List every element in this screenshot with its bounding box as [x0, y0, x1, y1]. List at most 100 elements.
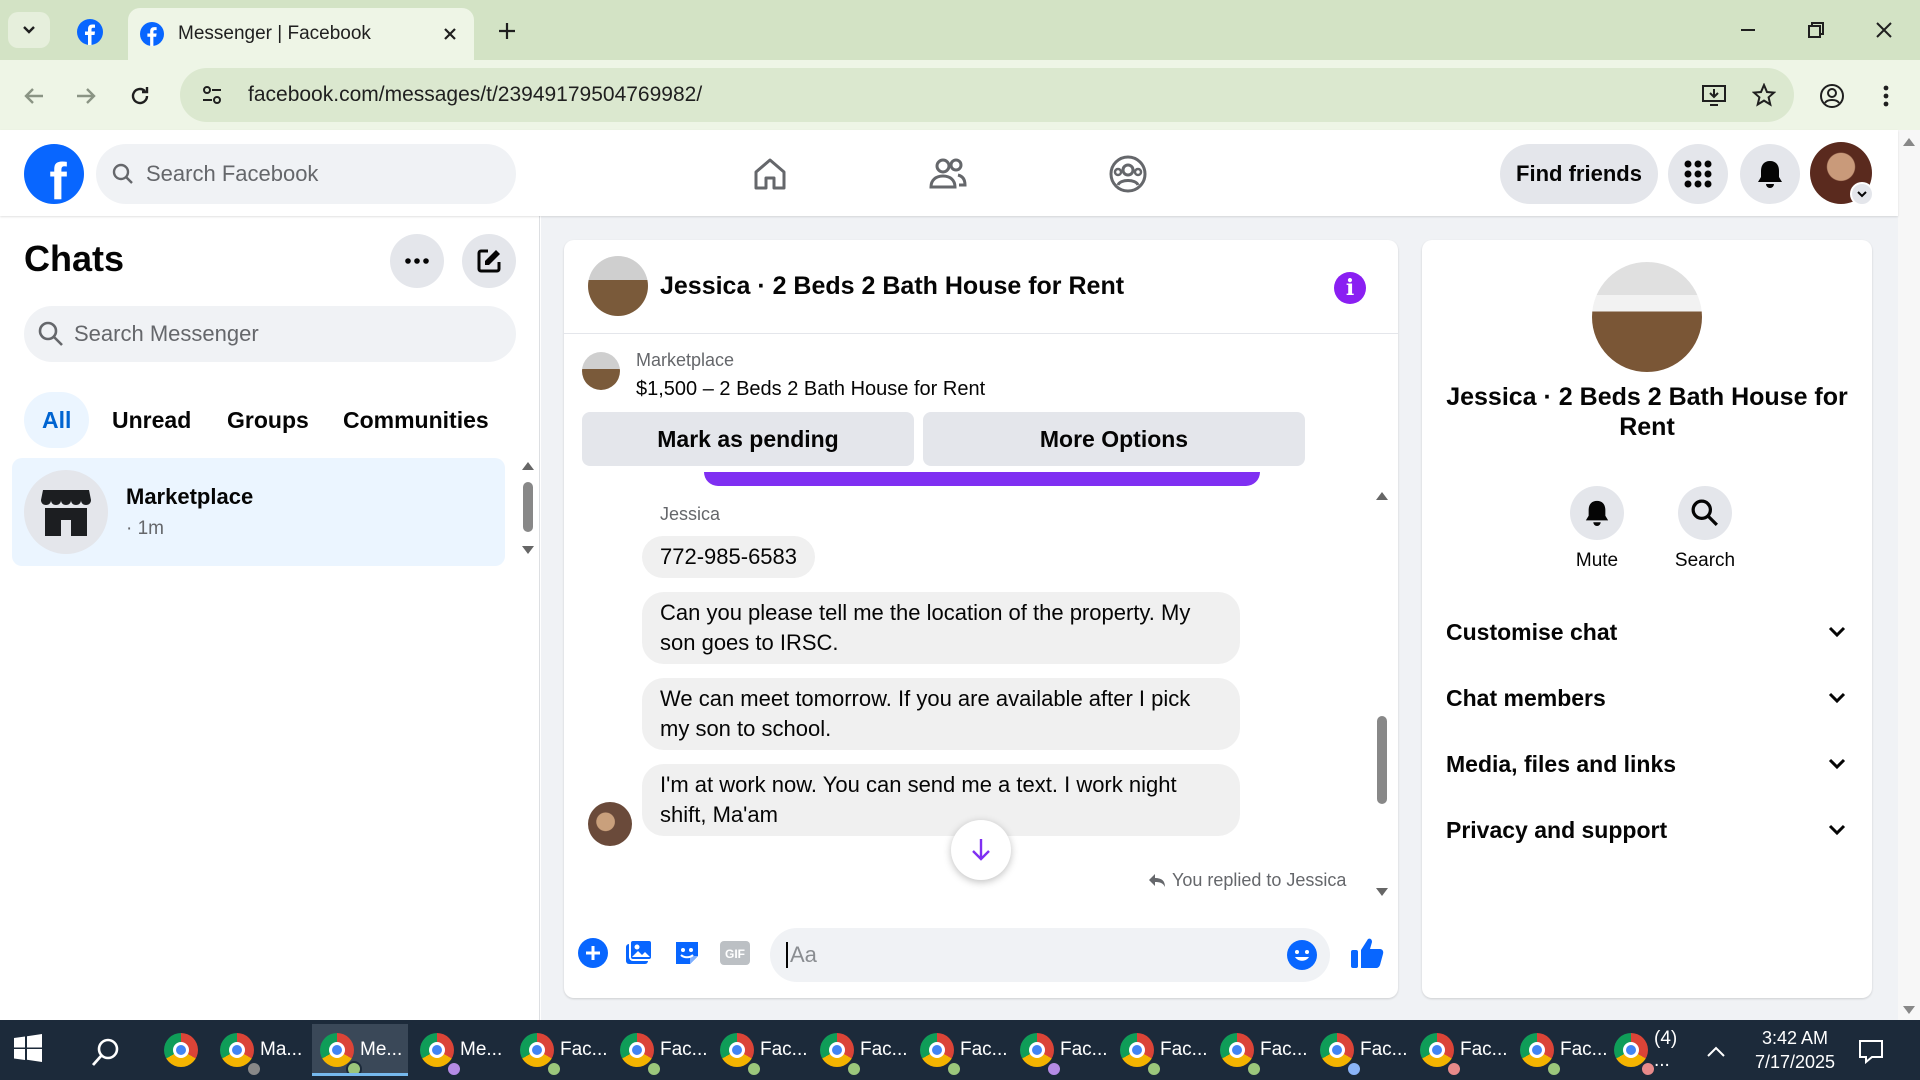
sticker-button[interactable] — [668, 934, 706, 972]
account-menu-caret[interactable] — [1850, 182, 1874, 206]
taskbar-window[interactable]: Fac... — [512, 1024, 608, 1077]
facebook-logo[interactable]: f — [24, 144, 84, 204]
conversation-info-button[interactable]: i — [1334, 272, 1366, 304]
scroll-up-arrow-icon[interactable] — [1376, 492, 1388, 500]
scroll-down-arrow-icon[interactable] — [522, 546, 534, 554]
mark-as-pending-button[interactable]: Mark as pending — [582, 412, 914, 466]
forward-button[interactable] — [66, 76, 106, 116]
message-bubble[interactable]: We can meet tomorrow. If you are availab… — [642, 678, 1240, 750]
notifications-button[interactable] — [1740, 144, 1800, 204]
search-in-chat-button[interactable] — [1678, 486, 1732, 540]
attach-photo-button[interactable] — [620, 934, 658, 972]
taskbar-search-button[interactable] — [86, 1032, 126, 1072]
nav-friends[interactable] — [918, 144, 978, 204]
messenger-search-input[interactable]: Search Messenger — [24, 306, 516, 362]
nav-groups[interactable] — [1098, 144, 1158, 204]
message-bubble[interactable]: Can you please tell me the location of t… — [642, 592, 1240, 664]
taskbar-window[interactable]: Fac... — [1412, 1024, 1508, 1077]
section-media-files-links[interactable]: Media, files and links — [1446, 742, 1846, 786]
scroll-down-arrow-icon[interactable] — [1376, 888, 1388, 896]
listing-thumbnail[interactable] — [582, 352, 620, 390]
scroll-to-bottom-button[interactable] — [951, 820, 1011, 880]
action-center-button[interactable] — [1854, 1034, 1888, 1068]
new-tab-button[interactable] — [490, 14, 524, 48]
more-options-button[interactable]: More Options — [923, 412, 1305, 466]
active-tab[interactable]: Messenger | Facebook — [128, 8, 474, 60]
taskbar-window[interactable]: Fac... — [812, 1024, 908, 1077]
taskbar-window[interactable]: (4) ... — [1606, 1024, 1698, 1077]
menu-grid-button[interactable] — [1668, 144, 1728, 204]
details-avatar[interactable] — [1592, 262, 1702, 372]
taskbar-window[interactable]: Fac... — [1512, 1024, 1608, 1077]
find-friends-button[interactable]: Find friends — [1500, 144, 1658, 204]
reload-button[interactable] — [120, 76, 160, 116]
taskbar-window[interactable]: Me... — [412, 1024, 508, 1077]
like-button[interactable] — [1346, 932, 1388, 974]
taskbar-window[interactable]: Fac... — [1012, 1024, 1108, 1077]
tab-close-button[interactable] — [438, 22, 462, 46]
site-info-icon[interactable] — [192, 75, 232, 115]
section-customise-chat[interactable]: Customise chat — [1446, 610, 1846, 654]
section-chat-members[interactable]: Chat members — [1446, 676, 1846, 720]
message-input[interactable]: Aa — [770, 928, 1330, 982]
taskbar-window[interactable]: Fac... — [912, 1024, 1008, 1077]
tab-search-dropdown-button[interactable] — [8, 12, 50, 48]
nav-home[interactable] — [740, 144, 800, 204]
mute-button[interactable] — [1570, 486, 1624, 540]
emoji-button[interactable] — [1284, 937, 1320, 973]
section-privacy-support[interactable]: Privacy and support — [1446, 808, 1846, 852]
scroll-thumb[interactable] — [1377, 716, 1387, 804]
taskbar-window-active[interactable]: Me... — [312, 1024, 408, 1077]
chat-list-item[interactable]: Marketplace · 1m — [12, 458, 505, 566]
new-message-button[interactable] — [462, 234, 516, 288]
chat-list-scrollbar[interactable] — [518, 462, 538, 562]
taskbar-window[interactable]: Fac... — [1212, 1024, 1308, 1077]
install-app-icon[interactable] — [1694, 75, 1734, 115]
back-button[interactable] — [14, 76, 54, 116]
taskbar-chrome-pinned[interactable] — [156, 1024, 204, 1076]
messages-scrollbar[interactable] — [1372, 486, 1392, 906]
address-bar[interactable]: facebook.com/messages/t/2394917950476998… — [180, 68, 1794, 122]
minimize-button[interactable] — [1726, 12, 1770, 48]
scroll-up-arrow-icon[interactable] — [522, 462, 534, 470]
taskbar-window[interactable]: Fac... — [712, 1024, 808, 1077]
url-text[interactable]: facebook.com/messages/t/2394917950476998… — [248, 83, 1694, 107]
restore-button[interactable] — [1794, 12, 1838, 48]
taskbar-window[interactable]: Fac... — [1112, 1024, 1208, 1077]
filter-all[interactable]: All — [24, 392, 90, 448]
taskbar-window[interactable]: Ma... — [212, 1024, 308, 1077]
filter-unread[interactable]: Unread — [94, 392, 209, 448]
scroll-down-arrow-icon[interactable] — [1903, 1006, 1915, 1014]
facebook-favicon-icon — [140, 22, 164, 46]
close-window-button[interactable] — [1862, 12, 1906, 48]
conversation-avatar[interactable] — [588, 256, 648, 316]
listing-title[interactable]: $1,500 – 2 Beds 2 Bath House for Rent — [636, 378, 985, 401]
system-tray-expand-button[interactable] — [1704, 1040, 1728, 1064]
page-scrollbar[interactable] — [1898, 130, 1920, 1020]
message-bubble[interactable]: 772-985-6583 — [642, 536, 816, 578]
taskbar-window[interactable]: Fac... — [1312, 1024, 1408, 1077]
message-bubble[interactable]: I'm at work now. You can send me a text.… — [642, 764, 1240, 836]
browser-menu-button[interactable] — [1866, 76, 1906, 116]
taskbar-clock[interactable]: 3:42 AM 7/17/2025 — [1740, 1026, 1850, 1074]
scroll-thumb[interactable] — [523, 482, 533, 532]
taskbar-window-label: (4) ... — [1654, 1028, 1678, 1071]
bookmark-star-icon[interactable] — [1744, 75, 1784, 115]
sender-avatar[interactable] — [588, 802, 632, 846]
chats-options-button[interactable] — [390, 234, 444, 288]
conversation-title[interactable]: Jessica · 2 Beds 2 Bath House for Rent — [660, 272, 1124, 301]
profile-button[interactable] — [1812, 76, 1852, 116]
facebook-search-input[interactable]: Search Facebook — [96, 144, 516, 204]
chevron-down-icon — [1828, 824, 1846, 836]
filter-groups[interactable]: Groups — [209, 392, 327, 448]
chrome-icon — [420, 1033, 462, 1077]
gif-button[interactable]: GIF — [716, 934, 754, 972]
search-action[interactable]: Search — [1660, 486, 1750, 572]
taskbar-window[interactable]: Fac... — [612, 1024, 708, 1077]
pinned-facebook-tab[interactable] — [72, 14, 108, 50]
mute-action[interactable]: Mute — [1552, 486, 1642, 572]
filter-communities[interactable]: Communities — [325, 392, 507, 448]
more-actions-button[interactable] — [574, 934, 612, 972]
scroll-up-arrow-icon[interactable] — [1903, 138, 1915, 146]
windows-start-button[interactable] — [14, 1034, 48, 1068]
